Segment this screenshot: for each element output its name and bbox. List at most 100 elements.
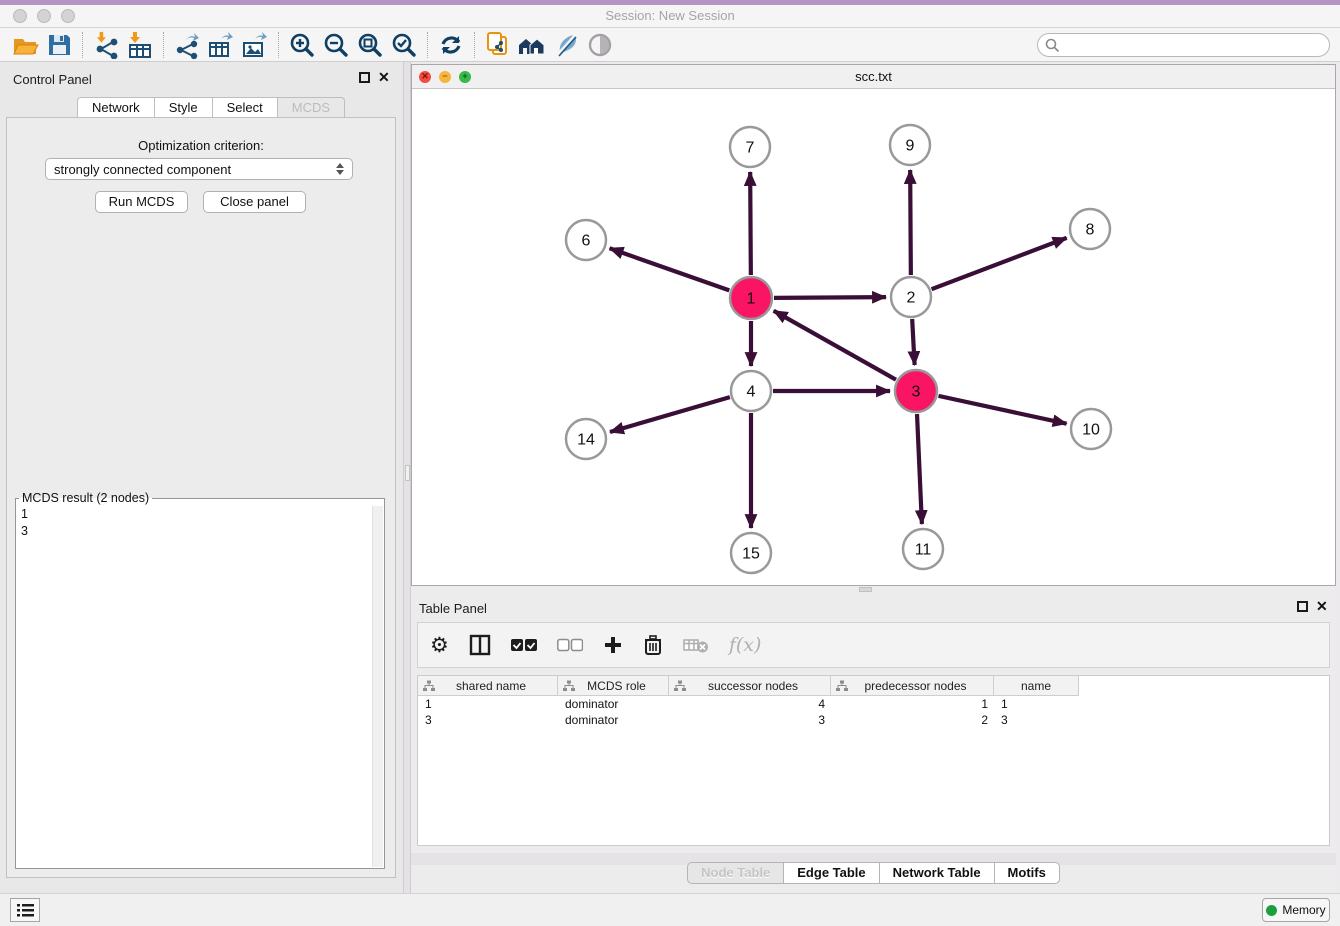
search-input-container[interactable] xyxy=(1037,33,1330,57)
cell-shared-name[interactable]: 3 xyxy=(418,712,558,728)
tab-motifs[interactable]: Motifs xyxy=(994,862,1060,884)
apply-layout-icon[interactable] xyxy=(434,30,468,60)
cell-predecessor-nodes[interactable]: 2 xyxy=(831,712,994,728)
task-history-button[interactable] xyxy=(10,898,40,922)
cell-mcds-role[interactable]: dominator xyxy=(558,712,669,728)
zoom-in-icon[interactable] xyxy=(285,30,319,60)
toolbar-separator xyxy=(278,32,279,58)
maximize-view-icon[interactable]: + xyxy=(459,71,471,83)
graph-node-label-2: 2 xyxy=(907,290,916,307)
selected-option-label: strongly connected component xyxy=(54,162,231,177)
toolbar-separator xyxy=(163,32,164,58)
node-table[interactable]: shared name MCDS role successor nodes pr… xyxy=(417,675,1330,846)
column-header-successor-nodes[interactable]: successor nodes xyxy=(669,676,831,696)
graph-edge-3-11[interactable] xyxy=(917,414,922,524)
memory-button[interactable]: Memory xyxy=(1262,898,1330,922)
deselect-all-checkboxes-icon[interactable] xyxy=(557,630,583,660)
graph-edge-1-6[interactable] xyxy=(610,248,730,290)
tab-network[interactable]: Network xyxy=(77,97,154,118)
table-row[interactable]: 1 dominator 4 1 1 xyxy=(418,696,1329,712)
optimization-criterion-label: Optimization criterion: xyxy=(7,138,395,153)
run-mcds-button[interactable]: Run MCDS xyxy=(95,191,188,213)
import-network-icon[interactable] xyxy=(89,30,123,60)
graph-edge-2-8[interactable] xyxy=(932,238,1067,289)
float-panel-icon[interactable] xyxy=(359,72,370,83)
graph-node-label-3: 3 xyxy=(912,384,921,401)
tab-style[interactable]: Style xyxy=(154,97,212,118)
attribute-icon xyxy=(563,680,575,692)
delete-column-icon[interactable] xyxy=(643,630,663,660)
close-panel-icon[interactable]: ✕ xyxy=(1316,601,1328,612)
toolbar-separator xyxy=(82,32,83,58)
network-view-title: scc.txt xyxy=(412,65,1335,88)
cell-successor-nodes[interactable]: 3 xyxy=(669,712,831,728)
result-scrollbar[interactable] xyxy=(372,506,383,867)
network-canvas[interactable]: 7968124314101511 xyxy=(412,89,1335,585)
close-panel-icon[interactable]: ✕ xyxy=(378,72,390,83)
open-session-icon[interactable] xyxy=(8,30,42,60)
tab-select[interactable]: Select xyxy=(212,97,277,118)
tab-edge-table[interactable]: Edge Table xyxy=(783,862,878,884)
first-neighbors-icon[interactable] xyxy=(515,30,549,60)
main-toolbar xyxy=(0,28,1340,62)
column-header-predecessor-nodes[interactable]: predecessor nodes xyxy=(831,676,994,696)
select-all-checkboxes-icon[interactable] xyxy=(511,630,537,660)
graph-node-label-1: 1 xyxy=(747,291,756,308)
table-row[interactable]: 3 dominator 3 2 3 xyxy=(418,712,1329,728)
cell-name[interactable]: 1 xyxy=(994,696,1079,712)
graph-node-label-14: 14 xyxy=(577,432,595,449)
split-columns-icon[interactable] xyxy=(469,630,491,660)
window-titlebar: Session: New Session xyxy=(0,5,1340,28)
zoom-out-icon[interactable] xyxy=(319,30,353,60)
cell-mcds-role[interactable]: dominator xyxy=(558,696,669,712)
graph-edge-3-10[interactable] xyxy=(938,396,1066,424)
save-session-icon[interactable] xyxy=(42,30,76,60)
attribute-icon xyxy=(674,680,686,692)
graph-edge-1-2[interactable] xyxy=(774,297,886,298)
search-input[interactable] xyxy=(1065,38,1329,53)
tab-mcds[interactable]: MCDS xyxy=(277,97,345,118)
cell-predecessor-nodes[interactable]: 1 xyxy=(831,696,994,712)
zoom-window-icon[interactable] xyxy=(61,9,75,23)
splitter-handle[interactable] xyxy=(859,587,872,592)
splitter-handle[interactable] xyxy=(405,465,410,481)
zoom-selected-icon[interactable] xyxy=(387,30,421,60)
column-header-mcds-role[interactable]: MCDS role xyxy=(558,676,669,696)
graph-edge-1-7[interactable] xyxy=(750,172,751,275)
mcds-result-list: 1 3 xyxy=(16,505,384,541)
tab-network-table[interactable]: Network Table xyxy=(879,862,994,884)
tab-node-table[interactable]: Node Table xyxy=(687,862,783,884)
graph-node-label-4: 4 xyxy=(747,384,756,401)
graph-edge-4-14[interactable] xyxy=(610,397,730,432)
close-window-icon[interactable] xyxy=(13,9,27,23)
graph-edge-2-3[interactable] xyxy=(912,319,914,365)
close-view-icon[interactable]: ✕ xyxy=(419,71,431,83)
export-image-icon[interactable] xyxy=(238,30,272,60)
mcds-result-title: MCDS result (2 nodes) xyxy=(19,491,152,505)
column-header-shared-name[interactable]: shared name xyxy=(418,676,558,696)
float-panel-icon[interactable] xyxy=(1297,601,1308,612)
export-table-icon[interactable] xyxy=(204,30,238,60)
close-panel-button[interactable]: Close panel xyxy=(203,191,306,213)
network-window-titlebar[interactable]: ✕ − + scc.txt xyxy=(412,65,1335,89)
graph-edge-2-9[interactable] xyxy=(910,170,911,275)
cell-shared-name[interactable]: 1 xyxy=(418,696,558,712)
graph-edge-3-1[interactable] xyxy=(774,311,896,380)
optimization-criterion-select[interactable]: strongly connected component xyxy=(45,158,353,180)
zoom-fit-icon[interactable] xyxy=(353,30,387,60)
minimize-window-icon[interactable] xyxy=(37,9,51,23)
export-network-icon[interactable] xyxy=(170,30,204,60)
graphics-details-icon[interactable] xyxy=(549,30,583,60)
cell-name[interactable]: 3 xyxy=(994,712,1079,728)
add-column-icon[interactable] xyxy=(603,630,623,660)
import-table-icon[interactable] xyxy=(123,30,157,60)
settings-gear-icon[interactable]: ⚙ xyxy=(430,630,449,660)
memory-status-icon xyxy=(1266,905,1277,916)
horizontal-splitter[interactable] xyxy=(411,586,1336,593)
minimize-view-icon[interactable]: − xyxy=(439,71,451,83)
status-bar: Memory xyxy=(0,893,1340,926)
clone-network-icon[interactable] xyxy=(481,30,515,60)
cell-successor-nodes[interactable]: 4 xyxy=(669,696,831,712)
vertical-splitter[interactable] xyxy=(403,62,411,893)
column-header-name[interactable]: name xyxy=(994,676,1079,696)
